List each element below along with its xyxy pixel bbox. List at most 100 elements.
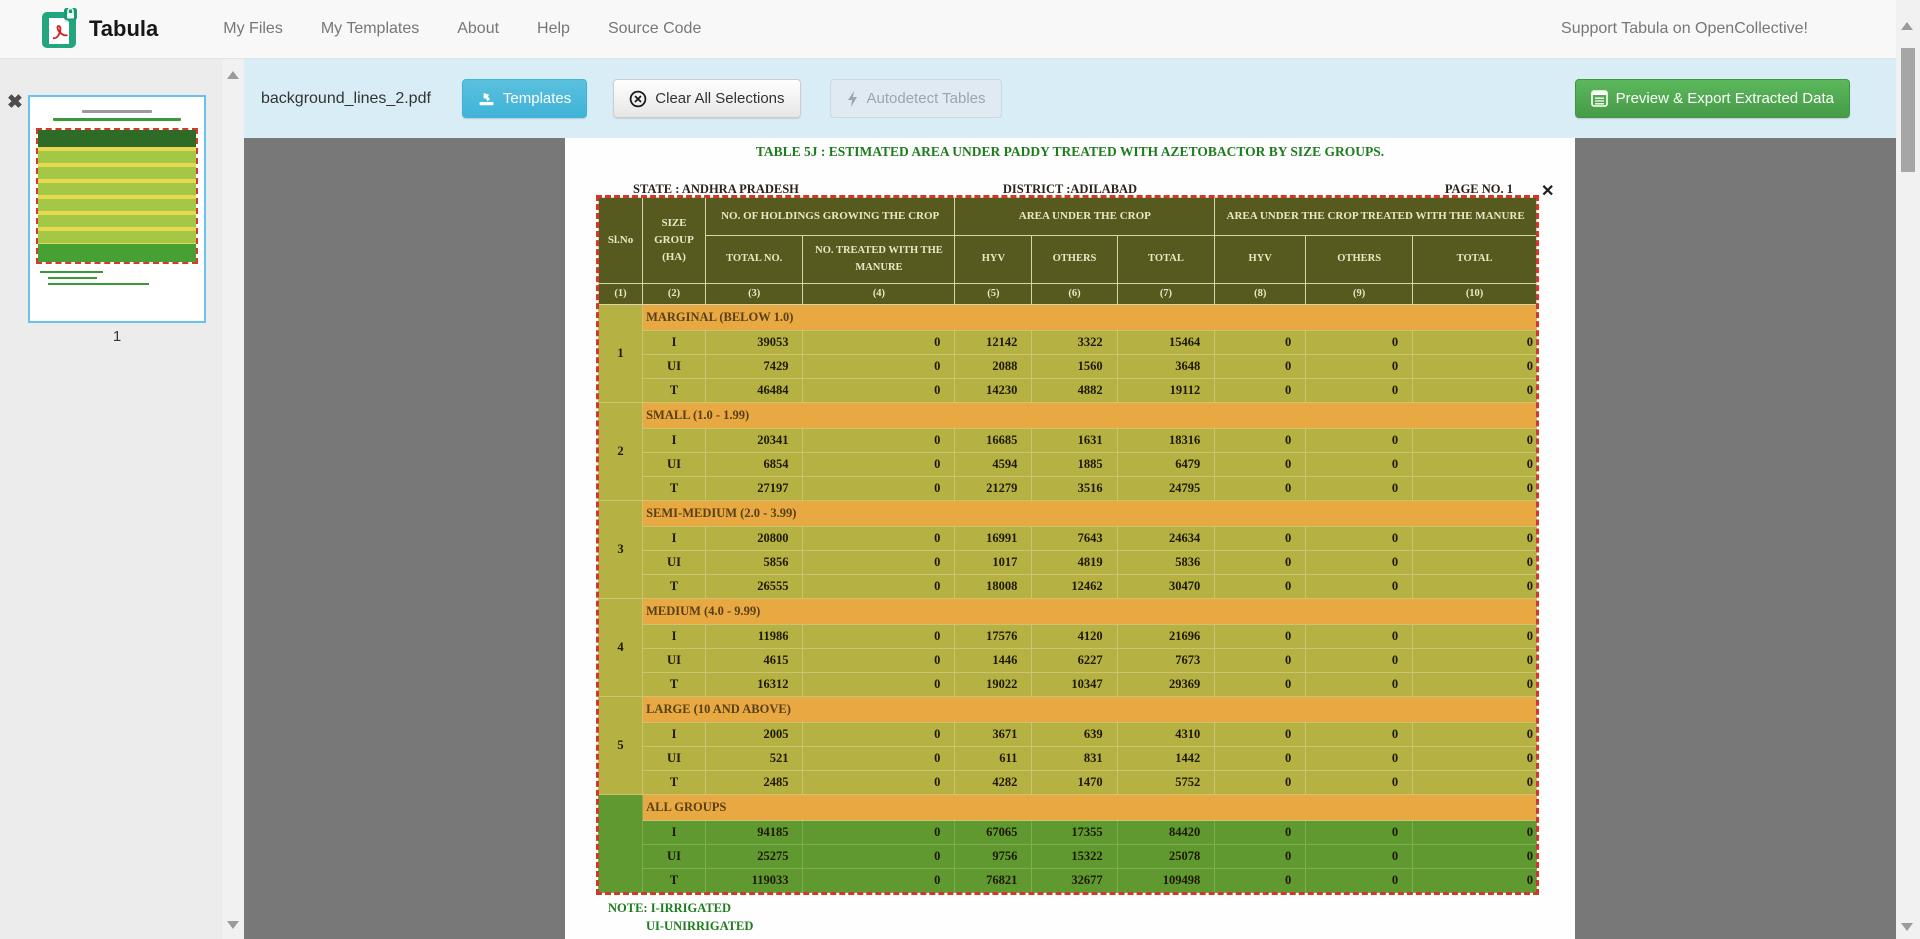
table-value-cell: 21279 (955, 477, 1032, 501)
table-value-cell: 3516 (1032, 477, 1117, 501)
templates-icon (478, 91, 495, 107)
table-column-number: (7) (1117, 284, 1215, 305)
table-value-cell: 0 (1215, 477, 1306, 501)
preview-export-label: Preview & Export Extracted Data (1616, 90, 1834, 107)
brand-link[interactable]: Tabula (42, 8, 158, 50)
table-slno-cell: 1 (599, 305, 643, 403)
scrollbar-thumb[interactable] (1901, 48, 1915, 172)
table-sub-header: HYV (955, 236, 1032, 284)
scroll-up-icon[interactable] (1901, 22, 1913, 30)
page-thumbnail[interactable] (28, 95, 206, 323)
table-value-cell: 0 (803, 551, 955, 575)
table-value-cell: 18008 (955, 575, 1032, 599)
sidebar-scrollbar[interactable] (222, 59, 244, 939)
table-rowtype-cell: T (643, 477, 706, 501)
table-value-cell: 0 (1306, 625, 1413, 649)
table-row: I20800016991764324634000 (599, 527, 1537, 551)
nav-link-my-templates[interactable]: My Templates (302, 20, 438, 38)
support-link[interactable]: Support Tabula on OpenCollective! (1561, 20, 1808, 38)
tabula-logo-icon (42, 8, 79, 50)
thumbnail-note-line (48, 283, 149, 285)
thumbnail-selection-overlay (36, 128, 198, 264)
table-rowtype-cell: T (643, 869, 706, 893)
nav-link-help[interactable]: Help (518, 20, 589, 38)
table-value-cell: 0 (1306, 355, 1413, 379)
table-row: I39053012142332215464000 (599, 331, 1537, 355)
autodetect-lightning-icon (846, 90, 859, 108)
table-value-cell: 84420 (1117, 821, 1215, 845)
table-value-cell: 0 (1215, 379, 1306, 403)
table-value-cell: 0 (1215, 331, 1306, 355)
table-value-cell: 4282 (955, 771, 1032, 795)
templates-button-label: Templates (503, 90, 571, 107)
table-value-cell: 0 (1306, 575, 1413, 599)
table-header-group: AREA UNDER THE CROP TREATED WITH THE MAN… (1215, 198, 1537, 236)
remove-page-icon[interactable]: ✖ (7, 93, 23, 112)
table-header-group: Sl.No (599, 198, 643, 284)
table-value-cell: 24795 (1117, 477, 1215, 501)
table-value-cell: 20800 (705, 527, 803, 551)
table-value-cell: 0 (803, 379, 955, 403)
table-value-cell: 0 (1413, 575, 1537, 599)
sidebar-scroll-down-icon[interactable] (227, 921, 239, 929)
table-value-cell: 1446 (955, 649, 1032, 673)
table-value-cell: 46484 (705, 379, 803, 403)
autodetect-tables-button[interactable]: Autodetect Tables (830, 79, 1002, 118)
table-value-cell: 0 (1413, 355, 1537, 379)
thumbnail-table (38, 130, 196, 262)
pdf-viewer-canvas: TABLE 5J : ESTIMATED AREA UNDER PADDY TR… (244, 138, 1896, 939)
nav-link-my-files[interactable]: My Files (204, 20, 302, 38)
table-row: UI52106118311442000 (599, 747, 1537, 771)
table-row: T163120190221034729369000 (599, 673, 1537, 697)
table-value-cell: 3648 (1117, 355, 1215, 379)
table-section-header: SMALL (1.0 - 1.99) (643, 403, 1537, 429)
table-value-cell: 6854 (705, 453, 803, 477)
table-value-cell: 39053 (705, 331, 803, 355)
table-value-cell: 0 (803, 723, 955, 747)
pdf-page[interactable]: TABLE 5J : ESTIMATED AREA UNDER PADDY TR… (565, 138, 1575, 939)
table-rowtype-cell: UI (643, 355, 706, 379)
table-rowtype-cell: UI (643, 747, 706, 771)
table-sub-header: TOTAL NO. (705, 236, 803, 284)
table-rowtype-cell: UI (643, 649, 706, 673)
table-value-cell: 0 (1215, 673, 1306, 697)
table-value-cell: 0 (1413, 747, 1537, 771)
table-value-cell: 0 (1215, 649, 1306, 673)
table-value-cell: 0 (1306, 477, 1413, 501)
templates-button[interactable]: Templates (462, 79, 587, 118)
table-value-cell: 27197 (705, 477, 803, 501)
preview-export-button[interactable]: Preview & Export Extracted Data (1575, 79, 1850, 118)
window-scrollbar[interactable] (1896, 0, 1920, 939)
table-value-cell: 4615 (705, 649, 803, 673)
table-value-cell: 16312 (705, 673, 803, 697)
pdf-note-line-1: NOTE: I-IRRIGATED (608, 901, 731, 916)
table-value-cell: 16991 (955, 527, 1032, 551)
nav-link-source-code[interactable]: Source Code (589, 20, 720, 38)
table-header-group: NO. OF HOLDINGS GROWING THE CROP (705, 198, 955, 236)
table-value-cell: 9756 (955, 845, 1032, 869)
table-rowtype-cell: I (643, 429, 706, 453)
table-value-cell: 0 (1215, 355, 1306, 379)
table-rowtype-cell: T (643, 379, 706, 403)
table-row: UI25275097561532225078000 (599, 845, 1537, 869)
table-value-cell: 0 (803, 845, 955, 869)
table-section-header: MEDIUM (4.0 - 9.99) (643, 599, 1537, 625)
table-row: T27197021279351624795000 (599, 477, 1537, 501)
table-value-cell: 0 (1306, 453, 1413, 477)
nav-link-about[interactable]: About (438, 20, 518, 38)
table-rowtype-cell: UI (643, 845, 706, 869)
table-value-cell: 0 (1215, 771, 1306, 795)
autodetect-tables-label: Autodetect Tables (867, 90, 986, 107)
clear-all-selections-label: Clear All Selections (655, 90, 784, 107)
clear-all-selections-button[interactable]: Clear All Selections (613, 79, 800, 118)
table-value-cell: 0 (803, 355, 955, 379)
selection-close-icon[interactable]: ✕ (1541, 181, 1554, 201)
table-row: UI46150144662277673000 (599, 649, 1537, 673)
table-value-cell: 0 (803, 477, 955, 501)
sidebar-scroll-up-icon[interactable] (227, 71, 239, 79)
table-rowtype-cell: T (643, 771, 706, 795)
table-row: I941850670651735584420000 (599, 821, 1537, 845)
table-value-cell: 12142 (955, 331, 1032, 355)
scroll-down-icon[interactable] (1901, 923, 1913, 931)
pdf-table-title: TABLE 5J : ESTIMATED AREA UNDER PADDY TR… (565, 144, 1575, 160)
